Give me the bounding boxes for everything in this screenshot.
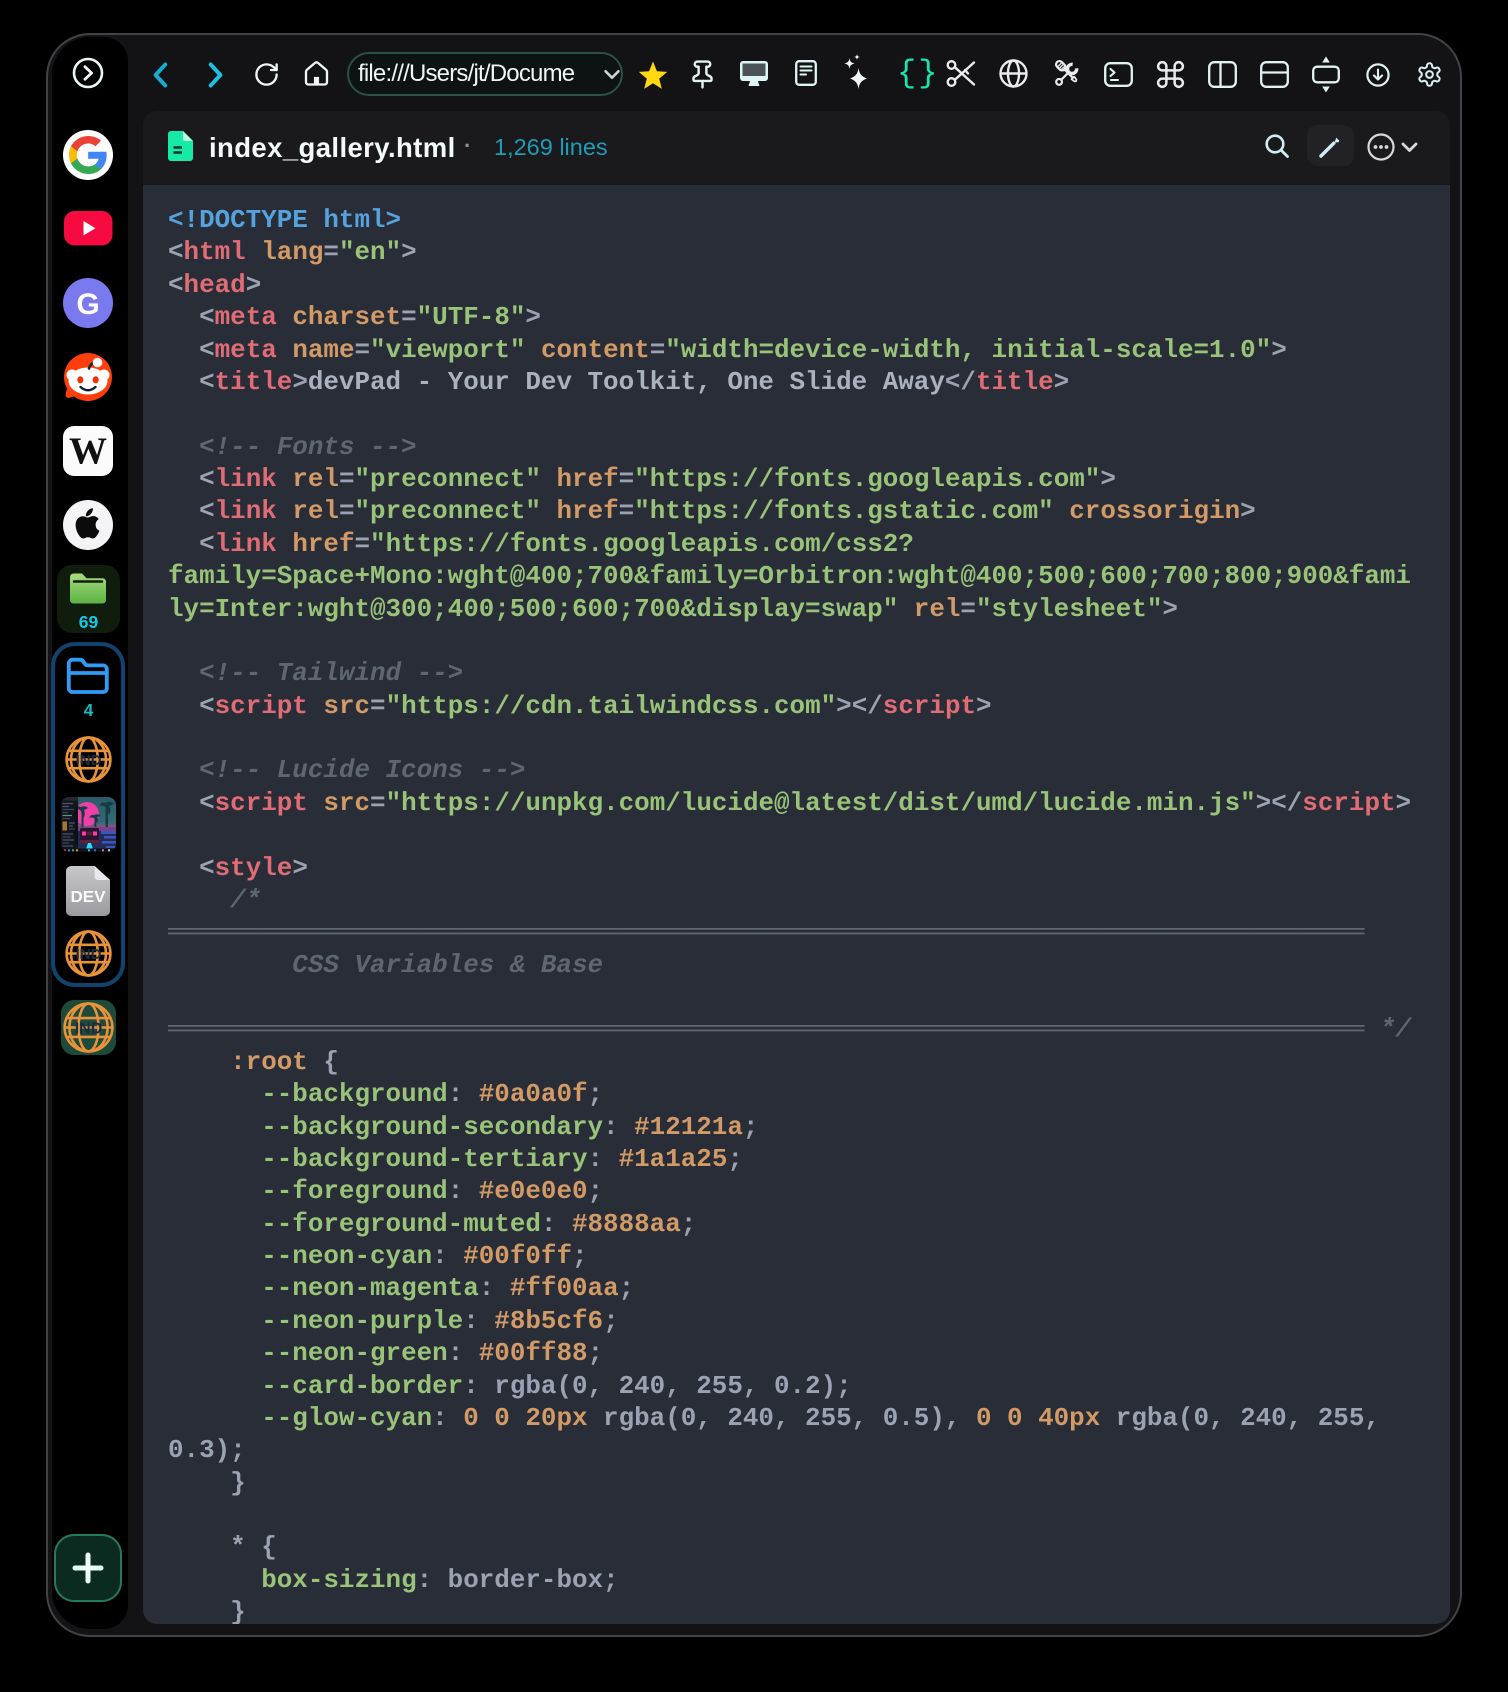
svg-text:DEV: DEV (70, 888, 105, 905)
svg-text:IND: IND (75, 945, 101, 962)
svg-text:W: W (69, 430, 107, 472)
svg-text:IND: IND (75, 1020, 103, 1037)
svg-text:IND: IND (75, 751, 101, 768)
svg-text:G: G (76, 288, 99, 321)
